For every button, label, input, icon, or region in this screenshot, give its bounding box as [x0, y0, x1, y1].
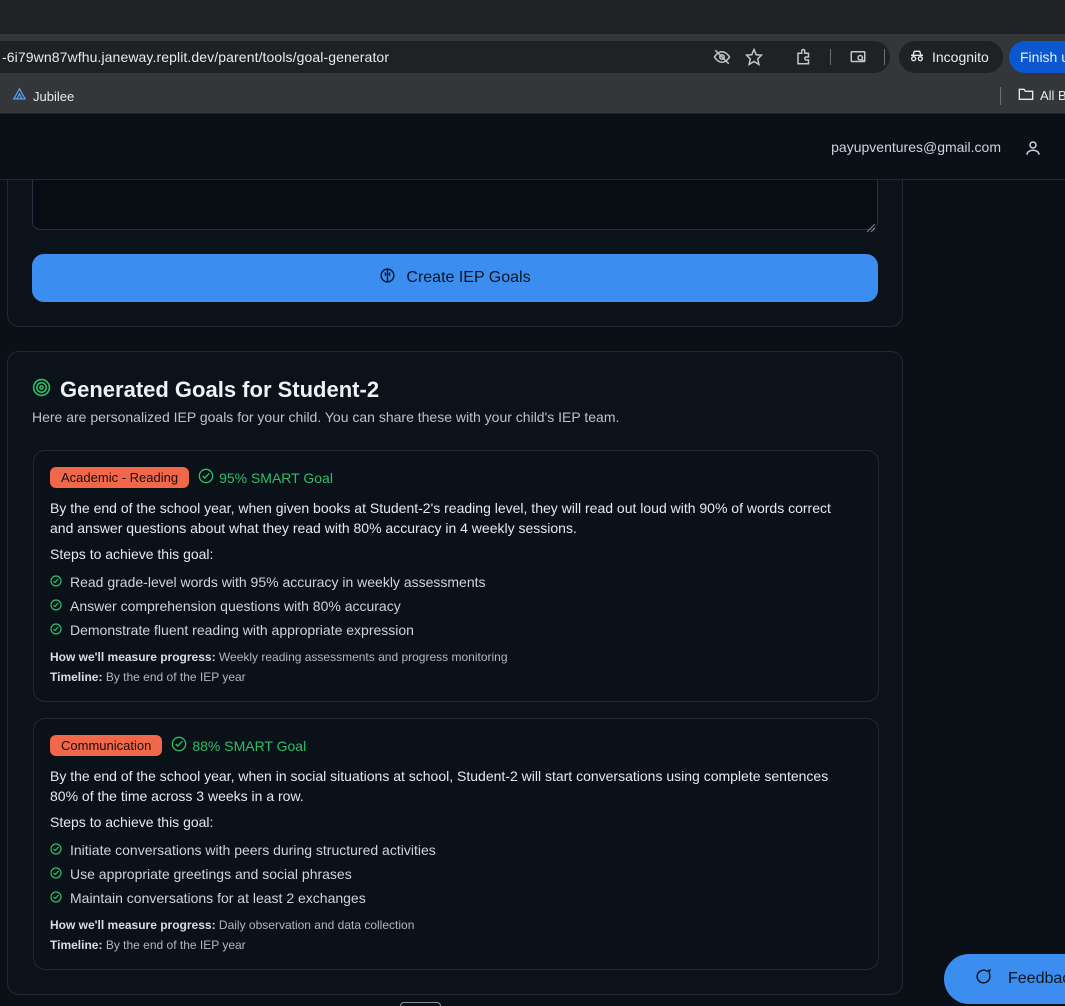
steps-label: Steps to achieve this goal:	[50, 814, 214, 830]
timeline: Timeline: By the end of the IEP year	[50, 670, 246, 684]
bookmark-all-bookmarks[interactable]: All B	[1018, 87, 1065, 104]
generated-goals-card: Generated Goals for Student-2 Here are p…	[7, 351, 903, 995]
brain-icon	[379, 267, 396, 289]
star-icon[interactable]	[744, 47, 764, 67]
user-icon[interactable]	[1024, 139, 1042, 157]
smart-score: 88% SMART Goal	[171, 736, 306, 755]
measure-progress: How we'll measure progress: Weekly readi…	[50, 650, 508, 664]
bookmarks-divider	[1000, 87, 1001, 105]
steps-label: Steps to achieve this goal:	[50, 546, 214, 562]
toolbar-divider	[830, 49, 831, 65]
list-item: Maintain conversations for at least 2 ex…	[50, 890, 366, 906]
bookmarks-bar: Jubilee All B	[0, 80, 1065, 114]
goal-form-card: Create IEP Goals	[7, 180, 903, 327]
eye-off-icon[interactable]	[712, 47, 732, 67]
chat-bubble-icon	[975, 968, 992, 990]
check-icon	[50, 574, 62, 590]
scroll-indicator	[400, 1002, 441, 1006]
goal-card: Academic - Reading 95% SMART Goal By the…	[33, 450, 879, 702]
goal-text: By the end of the school year, when in s…	[50, 768, 829, 804]
check-circle-icon	[198, 468, 214, 487]
extensions-icon[interactable]	[794, 47, 814, 67]
create-iep-goals-label: Create IEP Goals	[406, 269, 531, 286]
feedback-button[interactable]: Feedback	[944, 954, 1065, 1004]
cast-search-icon[interactable]	[848, 47, 868, 67]
app-header: payupventures@gmail.com	[0, 115, 1065, 180]
goals-subtitle: Here are personalized IEP goals for your…	[32, 409, 620, 425]
user-email: payupventures@gmail.com	[831, 139, 1001, 155]
address-bar[interactable]: -6i79wn87wfhu.janeway.replit.dev/parent/…	[0, 41, 890, 73]
list-item: Initiate conversations with peers during…	[50, 842, 436, 858]
create-iep-goals-button[interactable]: Create IEP Goals	[32, 254, 878, 302]
check-circle-icon	[171, 736, 187, 755]
url-text[interactable]: -6i79wn87wfhu.janeway.replit.dev/parent/…	[2, 49, 389, 65]
incognito-icon	[909, 48, 925, 67]
smart-score: 95% SMART Goal	[198, 468, 333, 487]
feedback-label: Feedback	[1008, 970, 1065, 987]
goals-header: Generated Goals for Student-2	[32, 377, 379, 403]
concerns-textarea[interactable]	[32, 180, 878, 233]
list-item: Use appropriate greetings and social phr…	[50, 866, 352, 882]
check-icon	[50, 842, 62, 858]
check-icon	[50, 866, 62, 882]
toolbar-divider	[884, 49, 885, 65]
check-icon	[50, 598, 62, 614]
timeline: Timeline: By the end of the IEP year	[50, 938, 246, 952]
bookmark-jubilee[interactable]: Jubilee	[12, 87, 74, 105]
list-item: Demonstrate fluent reading with appropri…	[50, 622, 414, 638]
goal-text: By the end of the school year, when give…	[50, 500, 831, 536]
goal-card: Communication 88% SMART Goal By the end …	[33, 718, 879, 970]
incognito-indicator[interactable]: Incognito	[899, 41, 1003, 73]
finish-update-button[interactable]: Finish u	[1009, 41, 1065, 73]
folder-icon	[1018, 87, 1034, 104]
jubilee-logo-icon	[12, 87, 27, 105]
goal-category-badge: Communication	[50, 735, 163, 756]
check-icon	[50, 622, 62, 638]
browser-tab-strip	[0, 0, 1065, 34]
goal-category-badge: Academic - Reading	[50, 467, 190, 488]
incognito-label: Incognito	[932, 49, 989, 65]
target-icon	[32, 378, 51, 402]
list-item: Read grade-level words with 95% accuracy…	[50, 574, 486, 590]
measure-progress: How we'll measure progress: Daily observ…	[50, 918, 415, 932]
goals-title: Generated Goals for Student-2	[60, 377, 380, 402]
resize-handle-icon[interactable]	[866, 219, 876, 233]
check-icon	[50, 890, 62, 906]
list-item: Answer comprehension questions with 80% …	[50, 598, 401, 614]
